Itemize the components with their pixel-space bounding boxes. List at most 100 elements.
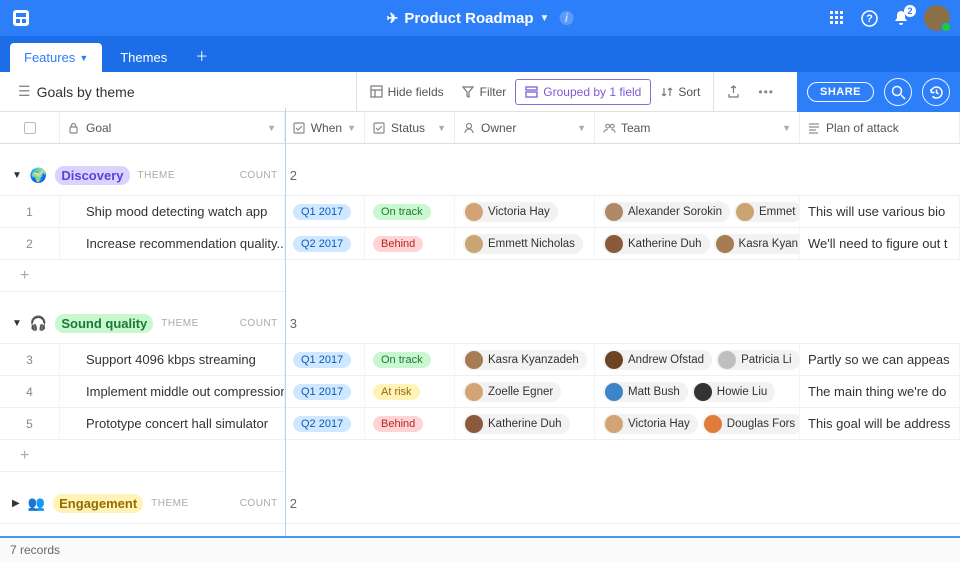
row-number: 4	[0, 376, 60, 407]
goal-cell[interactable]: Increase recommendation quality...	[60, 228, 285, 259]
owner-cell[interactable]: Zoelle Egner	[455, 376, 595, 407]
table-row[interactable]: 1 Ship mood detecting watch app Q1 2017 …	[0, 196, 960, 228]
when-cell[interactable]: Q1 2017	[285, 344, 365, 375]
team-cell[interactable]: Alexander SorokinEmmet	[595, 196, 800, 227]
add-row-button[interactable]: +	[0, 440, 285, 472]
goal-cell[interactable]: Prototype concert hall simulator	[60, 408, 285, 439]
column-goal[interactable]: Goal▼	[60, 112, 285, 143]
team-cell[interactable]: Victoria HayDouglas Fors	[595, 408, 800, 439]
group-header[interactable]: ▼ 🎧 Sound quality THEME COUNT 3	[0, 304, 960, 344]
select-icon	[293, 122, 306, 134]
status-cell[interactable]: On track	[365, 196, 455, 227]
plan-cell[interactable]: Partly so we can appeas	[800, 344, 960, 375]
status-footer: 7 records	[0, 536, 960, 562]
group-emoji-icon: 👥	[28, 495, 45, 512]
column-status[interactable]: Status▼	[365, 112, 455, 143]
table-row[interactable]: 3 Support 4096 kbps streaming Q1 2017 On…	[0, 344, 960, 376]
owner-chip[interactable]: Katherine Duh	[463, 414, 570, 434]
apps-grid-icon[interactable]	[828, 9, 846, 27]
team-chip[interactable]: Douglas Fors	[702, 414, 800, 434]
app-logo-icon[interactable]	[10, 7, 32, 29]
team-chip[interactable]: Emmet	[734, 202, 800, 222]
table-row[interactable]: 2 Increase recommendation quality... Q2 …	[0, 228, 960, 260]
group-name: Discovery	[55, 166, 129, 185]
group-button[interactable]: Grouped by 1 field	[515, 79, 651, 105]
column-team[interactable]: Team▼	[595, 112, 800, 143]
plan-cell[interactable]: This will use various bio	[800, 196, 960, 227]
column-plan[interactable]: Plan of attack	[800, 112, 960, 143]
when-cell[interactable]: Q2 2017	[285, 228, 365, 259]
group-header[interactable]: ▼ 🌍 Discovery THEME COUNT 2	[0, 156, 960, 196]
view-name: Goals by theme	[37, 84, 135, 100]
owner-chip[interactable]: Kasra Kyanzadeh	[463, 350, 587, 370]
column-when[interactable]: When▼	[285, 112, 365, 143]
chevron-down-icon: ▼	[437, 123, 446, 133]
team-chip[interactable]: Kasra Kyan	[714, 234, 800, 254]
plan-cell[interactable]: The main thing we're do	[800, 376, 960, 407]
owner-chip[interactable]: Emmett Nicholas	[463, 234, 583, 254]
team-cell[interactable]: Andrew OfstadPatricia Li	[595, 344, 800, 375]
group-header[interactable]: ▶ 👥 Engagement THEME COUNT 2	[0, 484, 960, 524]
when-cell[interactable]: Q2 2017	[285, 408, 365, 439]
table-row[interactable]: 5 Prototype concert hall simulator Q2 20…	[0, 408, 960, 440]
status-cell[interactable]: At risk	[365, 376, 455, 407]
sort-button[interactable]: Sort	[651, 80, 709, 104]
owner-cell[interactable]: Emmett Nicholas	[455, 228, 595, 259]
goal-cell[interactable]: Support 4096 kbps streaming	[60, 344, 285, 375]
goal-cell[interactable]: Ship mood detecting watch app	[60, 196, 285, 227]
group-type-label: THEME	[151, 498, 189, 509]
team-chip[interactable]: Victoria Hay	[603, 414, 698, 434]
column-headers: Goal▼ When▼ Status▼ Owner▼ Team▼ Plan of…	[0, 112, 960, 144]
team-chip[interactable]: Howie Liu	[692, 382, 776, 402]
owner-cell[interactable]: Victoria Hay	[455, 196, 595, 227]
team-chip[interactable]: Matt Bush	[603, 382, 688, 402]
export-button[interactable]	[718, 80, 749, 103]
notifications-icon[interactable]: 2	[892, 9, 910, 27]
goal-cell[interactable]: Implement middle out compression	[60, 376, 285, 407]
when-cell[interactable]: Q1 2017	[285, 376, 365, 407]
team-chip[interactable]: Patricia Li	[716, 350, 800, 370]
status-cell[interactable]: On track	[365, 344, 455, 375]
owner-cell[interactable]: Kasra Kyanzadeh	[455, 344, 595, 375]
when-cell[interactable]: Q1 2017	[285, 196, 365, 227]
info-icon[interactable]: i	[559, 11, 573, 25]
table-row[interactable]: 4 Implement middle out compression Q1 20…	[0, 376, 960, 408]
row-number: 1	[0, 196, 60, 227]
add-tab-button[interactable]: ＋	[185, 39, 218, 72]
owner-chip[interactable]: Victoria Hay	[463, 202, 558, 222]
count-label: COUNT	[240, 170, 278, 181]
share-button[interactable]: SHARE	[807, 82, 874, 102]
team-chip[interactable]: Andrew Ofstad	[603, 350, 712, 370]
hide-fields-button[interactable]: Hide fields	[361, 80, 453, 104]
team-cell[interactable]: Katherine DuhKasra Kyan	[595, 228, 800, 259]
export-icon	[727, 85, 740, 98]
team-chip[interactable]: Katherine Duh	[603, 234, 710, 254]
plan-cell[interactable]: We'll need to figure out t	[800, 228, 960, 259]
plan-cell[interactable]: This goal will be address	[800, 408, 960, 439]
tab-features[interactable]: Features▼	[10, 43, 102, 72]
more-options-button[interactable]: •••	[749, 80, 783, 104]
select-all-column[interactable]	[0, 112, 60, 143]
base-title[interactable]: ✈ Product Roadmap ▼ i	[387, 10, 574, 27]
add-row-button[interactable]: +	[0, 260, 285, 292]
tab-themes[interactable]: Themes	[106, 43, 181, 72]
chevron-down-icon: ▼	[347, 123, 356, 133]
history-button[interactable]	[922, 78, 950, 106]
search-button[interactable]	[884, 78, 912, 106]
chevron-down-icon: ▼	[782, 123, 791, 133]
filter-button[interactable]: Filter	[453, 80, 516, 104]
view-switcher[interactable]: ☰ Goals by theme	[10, 79, 143, 104]
group-emoji-icon: 🌍	[30, 167, 47, 184]
owner-cell[interactable]: Katherine Duh	[455, 408, 595, 439]
select-icon	[373, 122, 386, 134]
owner-chip[interactable]: Zoelle Egner	[463, 382, 561, 402]
team-cell[interactable]: Matt BushHowie Liu	[595, 376, 800, 407]
people-icon	[603, 122, 616, 134]
status-cell[interactable]: Behind	[365, 228, 455, 259]
help-icon[interactable]: ?	[860, 9, 878, 27]
user-avatar[interactable]	[924, 5, 950, 31]
team-chip[interactable]: Alexander Sorokin	[603, 202, 730, 222]
column-owner[interactable]: Owner▼	[455, 112, 595, 143]
count-label: COUNT	[240, 498, 278, 509]
status-cell[interactable]: Behind	[365, 408, 455, 439]
